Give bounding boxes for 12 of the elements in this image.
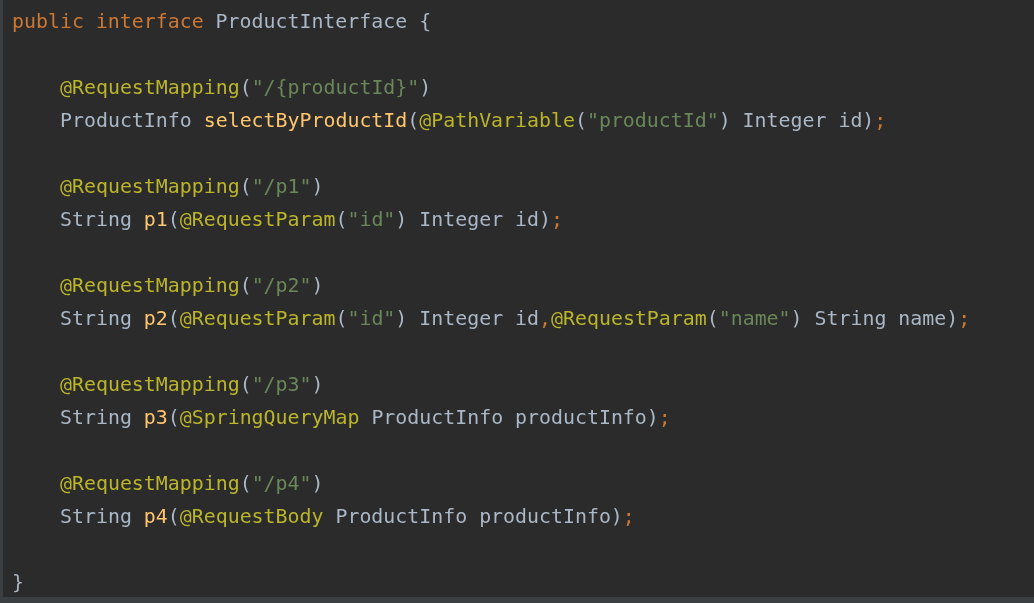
code-line: @RequestMapping("/{productId}") bbox=[59, 75, 433, 101]
code-line: @RequestMapping("/p4") bbox=[59, 471, 325, 497]
code-line: String p3(@SpringQueryMap ProductInfo productInfo); bbox=[59, 405, 672, 431]
code-line: @RequestMapping("/p1") bbox=[59, 174, 325, 200]
code-line: @RequestMapping("/p2") bbox=[59, 273, 325, 299]
code-line: String p2(@RequestParam("id") Integer id,@RequestParam("name") String name); bbox=[59, 306, 972, 332]
code-line: String p4(@RequestBody ProductInfo productInfo); bbox=[59, 504, 636, 530]
code-line: @RequestMapping("/p3") bbox=[59, 372, 325, 398]
code-line: String p1(@RequestParam("id") Integer id); bbox=[59, 207, 564, 233]
code-line: public interface ProductInterface { bbox=[12, 9, 433, 35]
code-line: ProductInfo selectByProductId(@PathVariable("productId") Integer id); bbox=[59, 108, 888, 134]
code-line: } bbox=[12, 570, 25, 596]
